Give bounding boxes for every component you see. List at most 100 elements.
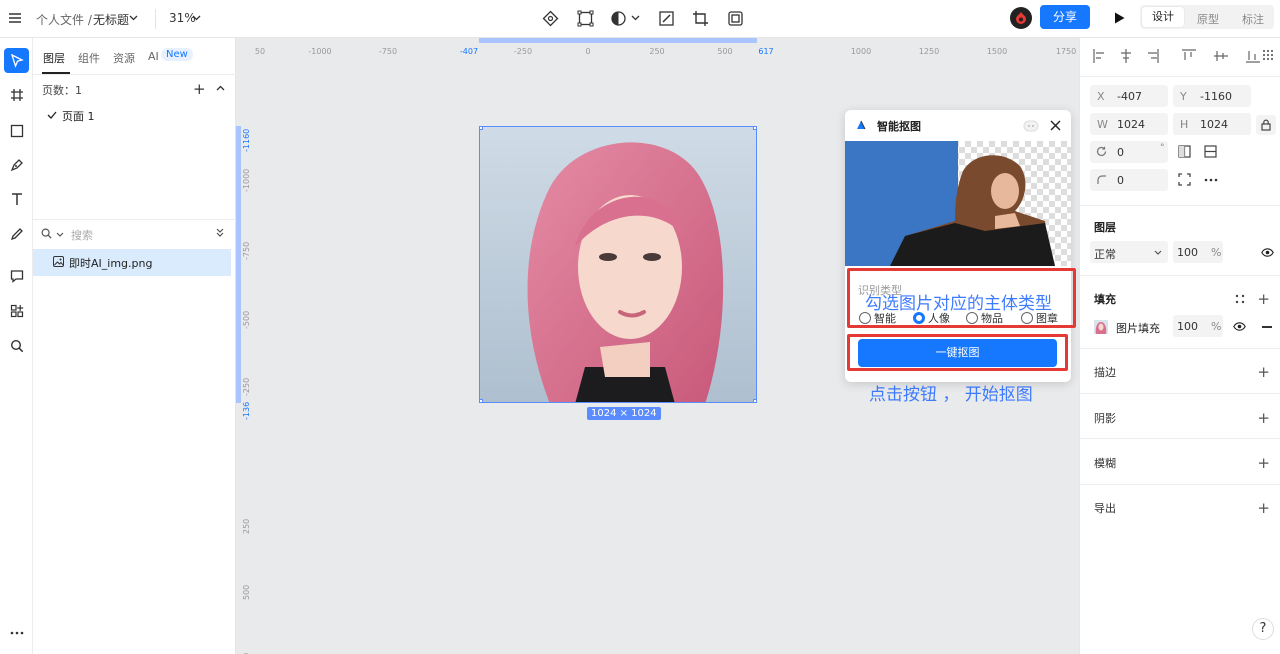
- fill-name[interactable]: 图片填充: [1116, 320, 1160, 336]
- chevron-down-icon[interactable]: [129, 15, 138, 21]
- comment-tool-icon[interactable]: [4, 263, 29, 288]
- align-vcenter-icon[interactable]: [1212, 48, 1226, 64]
- tab-assets[interactable]: 资源: [113, 50, 135, 66]
- panel-divider-2: [33, 219, 236, 220]
- boolean-chevron-icon[interactable]: [631, 15, 640, 21]
- edit-image-icon[interactable]: [658, 10, 675, 27]
- boolean-icon[interactable]: [610, 10, 627, 27]
- x-field[interactable]: X -407: [1090, 85, 1168, 107]
- zoom-chevron-icon[interactable]: [192, 15, 201, 21]
- align-left-icon[interactable]: [1092, 48, 1106, 64]
- help-button[interactable]: ?: [1252, 618, 1274, 640]
- selection-handle[interactable]: [480, 127, 483, 130]
- close-icon[interactable]: [1050, 120, 1061, 131]
- frame-icon[interactable]: [727, 10, 744, 27]
- pages-label: 页数：1: [42, 84, 82, 97]
- tab-layers[interactable]: 图层: [43, 50, 65, 66]
- width-field[interactable]: W 1024: [1090, 113, 1168, 135]
- divider: [1080, 393, 1280, 394]
- add-export-icon[interactable]: +: [1257, 501, 1270, 516]
- layer-opacity-unit: %: [1211, 246, 1222, 259]
- ruler-x-tick: -1000: [308, 47, 332, 56]
- y-field[interactable]: Y -1160: [1173, 85, 1251, 107]
- text-tool-icon[interactable]: [4, 186, 29, 211]
- x-label: X: [1097, 90, 1105, 103]
- fill-opacity-unit: %: [1211, 320, 1222, 333]
- align-right-icon[interactable]: [1152, 48, 1166, 64]
- height-field[interactable]: H 1024: [1173, 113, 1251, 135]
- tab-design[interactable]: 设计: [1142, 7, 1184, 27]
- search-icon[interactable]: [41, 228, 52, 239]
- ruler-y-tick: -136: [242, 401, 251, 420]
- expand-all-icon[interactable]: [216, 228, 224, 238]
- menu-icon[interactable]: [8, 11, 22, 25]
- export-section-title: 导出: [1094, 502, 1116, 515]
- add-page-icon[interactable]: +: [193, 80, 206, 98]
- layer-opacity-field[interactable]: 100 %: [1173, 241, 1223, 263]
- tab-ai[interactable]: AI: [148, 50, 159, 63]
- w-label: W: [1097, 118, 1108, 131]
- independent-corners-icon[interactable]: [1178, 173, 1191, 186]
- play-icon[interactable]: [1114, 12, 1125, 24]
- ruler-y-tick: -1160: [242, 128, 251, 152]
- more-options-icon[interactable]: [1204, 178, 1218, 182]
- fill-visibility-eye-icon[interactable]: [1233, 322, 1246, 331]
- blend-mode-value: 正常: [1094, 248, 1116, 261]
- flip-horizontal-icon[interactable]: [1178, 145, 1191, 158]
- crop-icon[interactable]: [692, 10, 709, 27]
- fill-thumbnail[interactable]: [1094, 320, 1108, 334]
- click-hint-annotation: 点击按钮 ， 开始抠图: [869, 385, 1033, 405]
- add-blur-icon[interactable]: +: [1257, 456, 1270, 471]
- fill-style-icon[interactable]: [1235, 294, 1245, 304]
- move-tool-icon[interactable]: [4, 48, 29, 73]
- component-icon[interactable]: [542, 10, 559, 27]
- corner-radius-field[interactable]: 0: [1090, 169, 1168, 191]
- search-tool-icon[interactable]: [4, 333, 29, 358]
- add-fill-icon[interactable]: +: [1257, 292, 1270, 307]
- remove-fill-icon[interactable]: [1262, 326, 1272, 328]
- tab-prototype[interactable]: 原型: [1187, 11, 1229, 27]
- add-shadow-icon[interactable]: +: [1257, 411, 1270, 426]
- plugin-logo-icon[interactable]: [1010, 7, 1032, 29]
- frame-tool-icon[interactable]: [4, 82, 29, 107]
- ruler-y-tick: -500: [242, 310, 251, 329]
- flip-vertical-icon[interactable]: [1204, 145, 1217, 158]
- align-hcenter-icon[interactable]: [1122, 48, 1136, 64]
- tab-components[interactable]: 组件: [78, 50, 100, 66]
- file-name[interactable]: 无标题: [93, 11, 129, 28]
- y-value: -1160: [1200, 90, 1232, 103]
- collapse-icon[interactable]: [216, 85, 225, 91]
- ruler-x-tick: 1000: [850, 47, 872, 56]
- pen-tool-icon[interactable]: [4, 152, 29, 177]
- divider: [1080, 205, 1280, 206]
- align-top-icon[interactable]: [1182, 48, 1196, 64]
- search-filter-chevron-icon[interactable]: [56, 232, 64, 237]
- rectangle-tool-icon[interactable]: [4, 118, 29, 143]
- share-button[interactable]: 分享: [1040, 5, 1090, 29]
- one-click-cutout-button[interactable]: 一键抠图: [858, 339, 1057, 367]
- pencil-tool-icon[interactable]: [4, 221, 29, 246]
- page-item[interactable]: 页面 1: [62, 108, 95, 124]
- rotation-field[interactable]: 0 °: [1090, 141, 1168, 163]
- x-value: -407: [1117, 90, 1142, 103]
- more-icon[interactable]: [4, 620, 29, 645]
- w-value: 1024: [1117, 118, 1145, 131]
- visibility-eye-icon[interactable]: [1261, 248, 1274, 257]
- align-bottom-icon[interactable]: [1242, 48, 1256, 64]
- lock-ratio-icon[interactable]: [1256, 115, 1276, 135]
- ruler-y-tick: 500: [242, 584, 251, 600]
- ruler-x-tick: 1500: [986, 47, 1008, 56]
- layer-name[interactable]: 即时AI_img.png: [69, 255, 152, 271]
- search-input[interactable]: 搜索: [71, 227, 93, 243]
- add-stroke-icon[interactable]: +: [1257, 365, 1270, 380]
- fill-opacity-field[interactable]: 100 %: [1173, 315, 1223, 337]
- portrait-image[interactable]: [479, 126, 757, 403]
- plugins-tool-icon[interactable]: [4, 298, 29, 323]
- path-edit-icon[interactable]: [577, 10, 594, 27]
- new-badge: New: [161, 48, 193, 61]
- ruler-x-tick: -750: [378, 47, 398, 56]
- blend-mode-select[interactable]: 正常: [1090, 241, 1168, 263]
- distribute-icon[interactable]: [1262, 49, 1274, 61]
- tab-annotate[interactable]: 标注: [1232, 11, 1274, 27]
- breadcrumb-parent[interactable]: 个人文件 /: [36, 11, 92, 28]
